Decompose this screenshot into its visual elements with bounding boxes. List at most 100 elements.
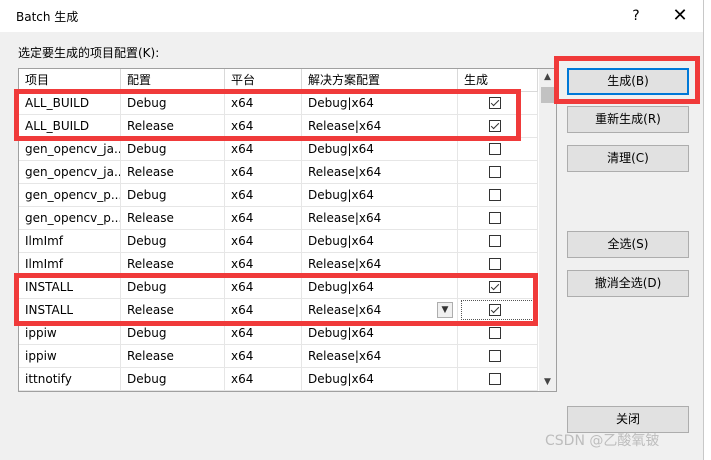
build-checkbox[interactable] [489, 189, 501, 201]
solution-config-cell: Release|x64 [302, 299, 458, 322]
config-cell: Debug [121, 230, 225, 253]
build-checkbox[interactable] [489, 258, 501, 270]
solution-config-cell: Release|x64 [302, 253, 458, 276]
scroll-down-icon[interactable]: ▼ [539, 374, 556, 391]
rebuild-button[interactable]: 重新生成(R) [567, 106, 689, 133]
build-checkbox[interactable] [489, 212, 501, 224]
build-checkbox[interactable] [489, 235, 501, 247]
config-cell: Debug [121, 322, 225, 345]
table-row[interactable]: ippiw Debug x64 Debug|x64 [19, 322, 538, 345]
project-cell: ALL_BUILD [19, 115, 121, 138]
config-cell: Release [121, 115, 225, 138]
build-checkbox[interactable] [489, 350, 501, 362]
project-config-grid: 项目 配置 平台 解决方案配置 生成 ALL_BUILD Debug x64 Debu… [18, 68, 557, 392]
column-header-solution-config[interactable]: 解决方案配置 [302, 69, 458, 91]
platform-cell: x64 [225, 230, 302, 253]
config-cell: Release [121, 299, 225, 322]
config-cell: Release [121, 345, 225, 368]
platform-cell: x64 [225, 368, 302, 391]
table-row[interactable]: gen_opencv_p... Release x64 Release|x64 [19, 207, 538, 230]
table-row[interactable]: INSTALL Debug x64 Debug|x64 [19, 276, 538, 299]
platform-cell: x64 [225, 207, 302, 230]
deselect-all-button[interactable]: 撤消全选(D) [567, 270, 689, 297]
table-row[interactable]: ALL_BUILD Debug x64 Debug|x64 [19, 92, 538, 115]
title-bar: Batch 生成 ? ✕ [0, 0, 703, 32]
platform-cell: x64 [225, 299, 302, 322]
config-cell: Debug [121, 92, 225, 115]
build-checkbox[interactable] [489, 120, 501, 132]
platform-cell: x64 [225, 115, 302, 138]
column-header-platform[interactable]: 平台 [225, 69, 302, 91]
solution-config-cell: Debug|x64 [302, 184, 458, 207]
table-row[interactable]: IlmImf Release x64 Release|x64 [19, 253, 538, 276]
project-cell: IlmImf [19, 230, 121, 253]
solution-config-cell: Debug|x64 [302, 322, 458, 345]
build-checkbox[interactable] [489, 143, 501, 155]
config-cell: Debug [121, 184, 225, 207]
solution-config-cell: Debug|x64 [302, 92, 458, 115]
background-strip [704, 0, 711, 460]
config-cell: Debug [121, 368, 225, 391]
watermark: CSDN @乙酸氧铍 [545, 433, 660, 449]
project-cell: gen_opencv_ja... [19, 138, 121, 161]
clean-button[interactable]: 清理(C) [567, 145, 689, 172]
solution-config-cell: Debug|x64 [302, 276, 458, 299]
project-cell: gen_opencv_p... [19, 184, 121, 207]
table-row[interactable]: ALL_BUILD Release x64 Release|x64 [19, 115, 538, 138]
platform-cell: x64 [225, 322, 302, 345]
platform-cell: x64 [225, 161, 302, 184]
build-button[interactable]: 生成(B) [567, 68, 689, 95]
table-row[interactable]: gen_opencv_ja... Debug x64 Debug|x64 [19, 138, 538, 161]
batch-build-dialog: Batch 生成 ? ✕ 选定要生成的项目配置(K): 项目 配置 平台 解决方… [0, 0, 704, 460]
project-cell: gen_opencv_ja... [19, 161, 121, 184]
config-cell: Debug [121, 138, 225, 161]
table-row[interactable]: IlmImf Debug x64 Debug|x64 [19, 230, 538, 253]
scroll-thumb[interactable] [541, 87, 554, 103]
project-cell: INSTALL [19, 276, 121, 299]
config-cell: Release [121, 161, 225, 184]
platform-cell: x64 [225, 253, 302, 276]
table-row[interactable]: gen_opencv_p... Debug x64 Debug|x64 [19, 184, 538, 207]
solution-config-cell: Debug|x64 [302, 368, 458, 391]
project-cell: ALL_BUILD [19, 92, 121, 115]
config-cell: Release [121, 207, 225, 230]
close-window-button[interactable]: ✕ [668, 4, 692, 28]
window-title: Batch 生成 [16, 10, 79, 24]
solution-config-cell: Release|x64 [302, 345, 458, 368]
solution-config-cell: Debug|x64 [302, 138, 458, 161]
build-checkbox[interactable] [489, 327, 501, 339]
table-row[interactable]: ittnotify Debug x64 Debug|x64 [19, 368, 538, 391]
focus-rectangle [461, 300, 536, 320]
build-checkbox[interactable] [489, 373, 501, 385]
select-all-button[interactable]: 全选(S) [567, 231, 689, 258]
solution-config-cell: Debug|x64 [302, 230, 458, 253]
project-cell: ippiw [19, 345, 121, 368]
table-row[interactable]: INSTALL Release x64 Release|x64 ▼ [19, 299, 538, 322]
help-button[interactable]: ? [625, 4, 647, 28]
config-cell: Debug [121, 276, 225, 299]
solution-config-cell: Release|x64 [302, 207, 458, 230]
project-cell: gen_opencv_p... [19, 207, 121, 230]
close-button[interactable]: 关闭 [567, 406, 689, 433]
platform-cell: x64 [225, 184, 302, 207]
scroll-up-icon[interactable]: ▲ [539, 69, 556, 86]
table-row[interactable]: ippiw Release x64 Release|x64 [19, 345, 538, 368]
platform-cell: x64 [225, 138, 302, 161]
solution-config-dropdown-icon[interactable]: ▼ [437, 302, 453, 318]
build-checkbox[interactable] [489, 97, 501, 109]
project-cell: ittnotify [19, 368, 121, 391]
solution-config-cell: Release|x64 [302, 115, 458, 138]
table-row[interactable]: gen_opencv_ja... Release x64 Release|x64 [19, 161, 538, 184]
platform-cell: x64 [225, 92, 302, 115]
grid-header: 项目 配置 平台 解决方案配置 生成 [19, 69, 538, 92]
build-checkbox[interactable] [489, 166, 501, 178]
platform-cell: x64 [225, 345, 302, 368]
solution-config-cell: Release|x64 [302, 161, 458, 184]
grid-scrollbar[interactable]: ▲ ▼ [539, 69, 556, 391]
build-checkbox[interactable] [489, 281, 501, 293]
column-header-build[interactable]: 生成 [458, 69, 538, 91]
platform-cell: x64 [225, 276, 302, 299]
column-header-config[interactable]: 配置 [121, 69, 225, 91]
project-config-prompt: 选定要生成的项目配置(K): [18, 46, 160, 60]
column-header-project[interactable]: 项目 [19, 69, 121, 91]
